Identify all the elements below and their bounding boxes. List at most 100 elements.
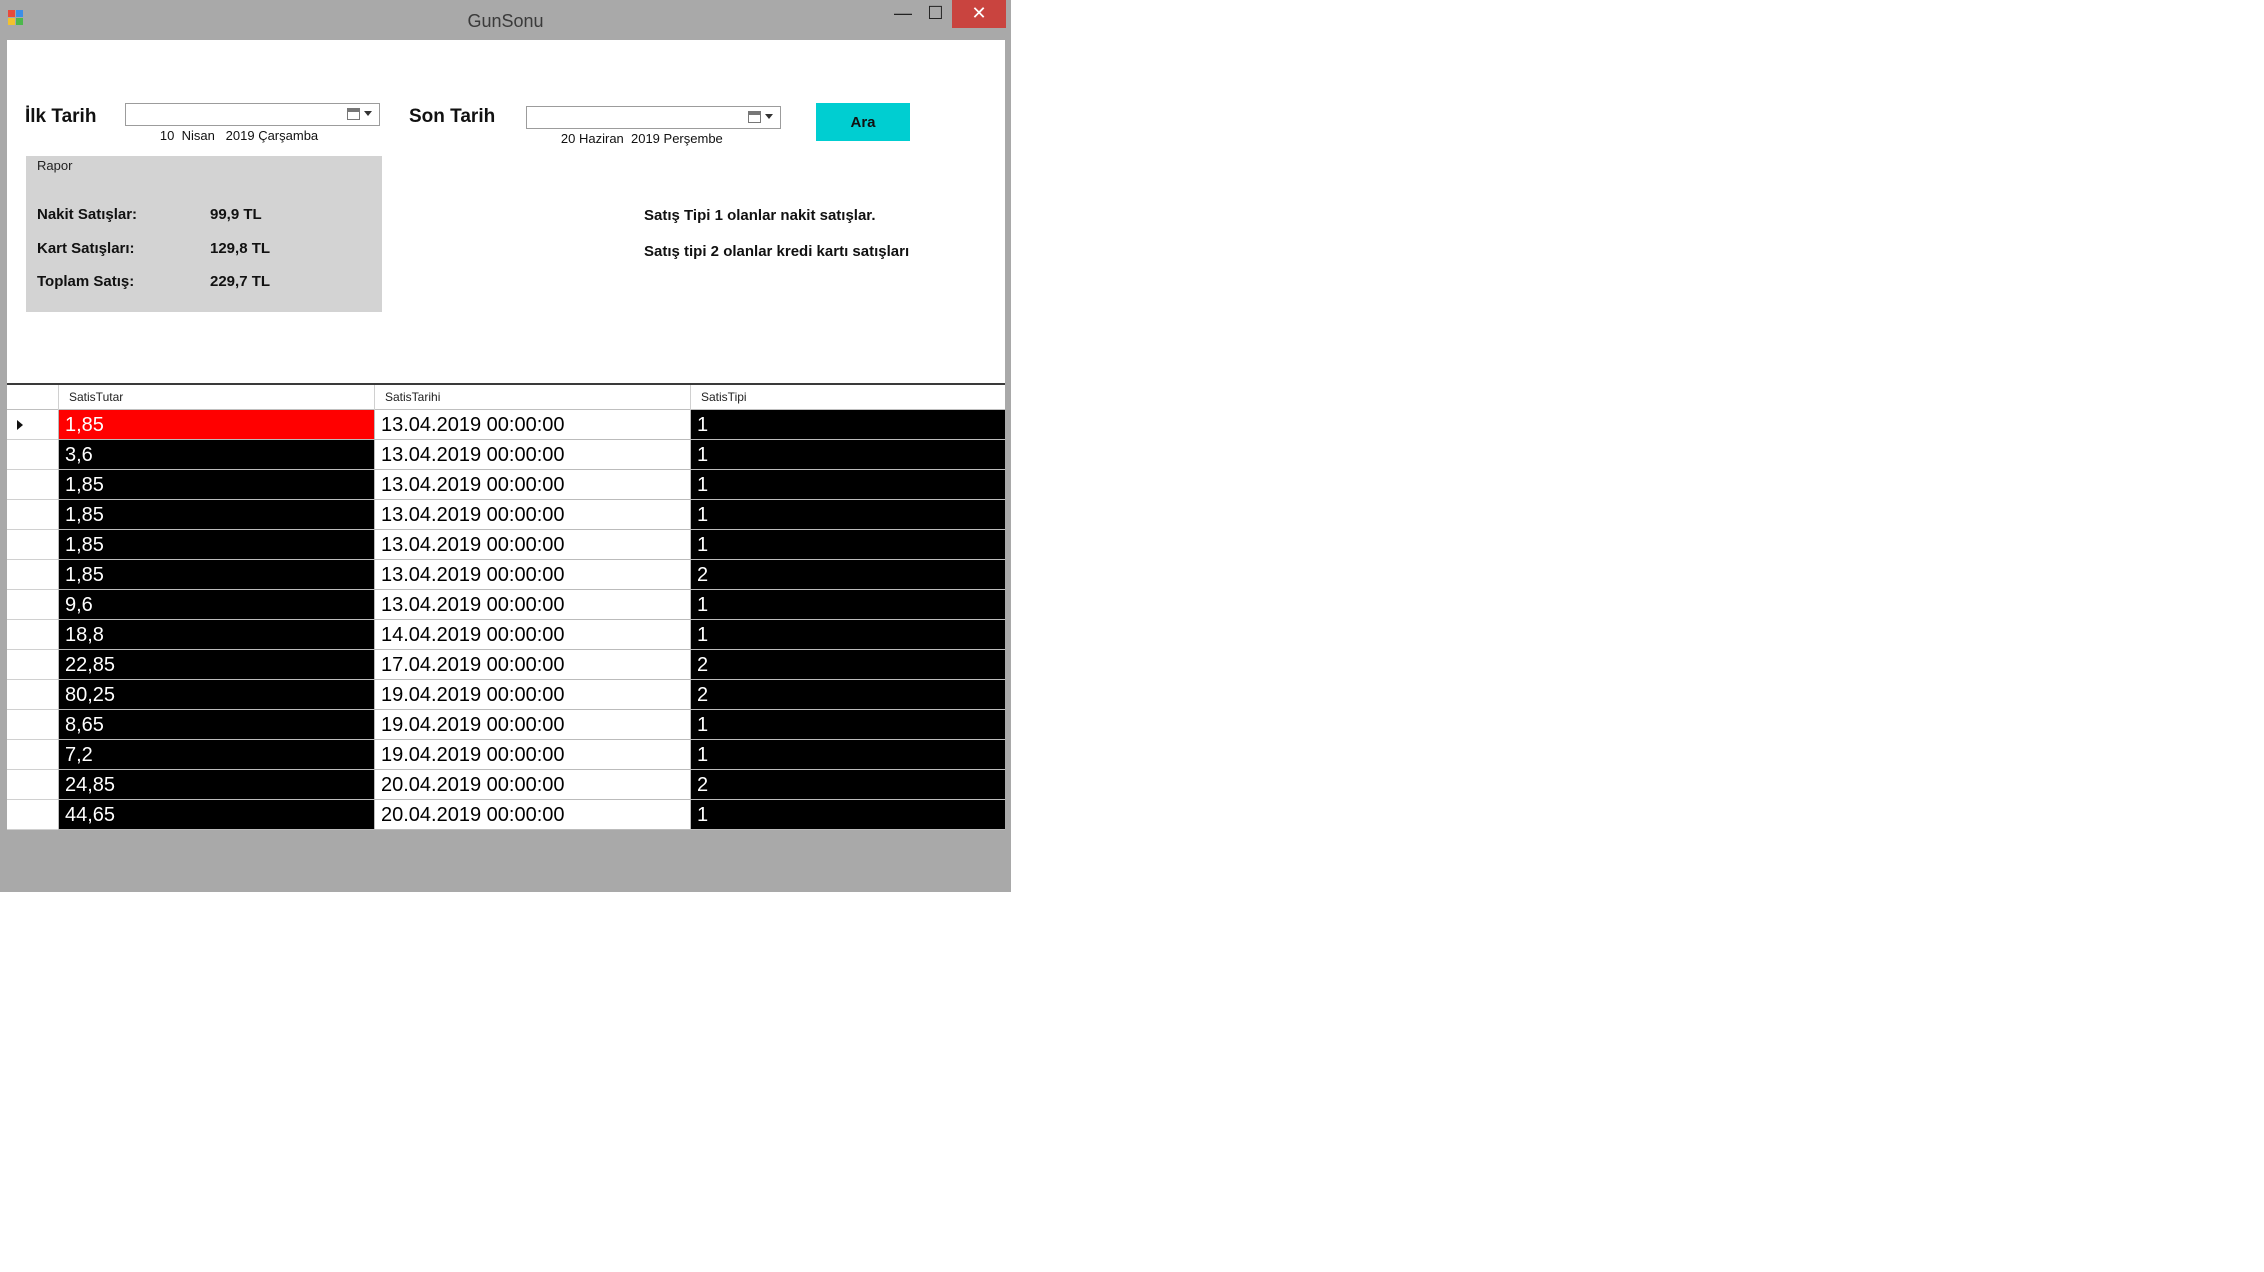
cash-sales-value: 99,9 TL: [210, 206, 262, 223]
cell-date[interactable]: 19.04.2019 00:00:00: [374, 710, 690, 740]
table-row[interactable]: 24,85 20.04.2019 00:00:00 2: [7, 770, 1005, 800]
cell-amount[interactable]: 8,65: [58, 710, 374, 740]
row-header[interactable]: [7, 620, 58, 650]
table-row[interactable]: 1,85 13.04.2019 00:00:00 1: [7, 530, 1005, 560]
table-row[interactable]: 1,85 13.04.2019 00:00:00 1: [7, 410, 1005, 440]
table-row[interactable]: 18,8 14.04.2019 00:00:00 1: [7, 620, 1005, 650]
cell-type[interactable]: 1: [690, 590, 1005, 620]
table-row[interactable]: 80,25 19.04.2019 00:00:00 2: [7, 680, 1005, 710]
row-header[interactable]: [7, 680, 58, 710]
card-sales-value: 129,8 TL: [210, 240, 271, 257]
total-sales-value: 229,7 TL: [210, 273, 271, 290]
minimize-icon[interactable]: —: [887, 0, 919, 28]
maximize-icon[interactable]: ☐: [919, 0, 952, 28]
row-header[interactable]: [7, 500, 58, 530]
cell-date[interactable]: 13.04.2019 00:00:00: [374, 410, 690, 440]
start-date-picker[interactable]: 10 Nisan 2019 Çarşamba: [125, 103, 380, 143]
main-window: GunSonu — ☐ ✕ İlk Tarih 10 Nisan 2019 Ça…: [0, 0, 1011, 892]
cell-amount[interactable]: 3,6: [58, 440, 374, 470]
column-header-date[interactable]: SatisTarihi: [374, 385, 690, 410]
table-row[interactable]: 7,2 19.04.2019 00:00:00 1: [7, 740, 1005, 770]
card-sales-label: Kart Satışları:: [37, 240, 135, 257]
cell-date[interactable]: 13.04.2019 00:00:00: [374, 470, 690, 500]
row-header[interactable]: [7, 590, 58, 620]
cell-amount[interactable]: 1,85: [58, 500, 374, 530]
cell-amount[interactable]: 7,2: [58, 740, 374, 770]
close-icon[interactable]: ✕: [952, 0, 1006, 28]
table-row[interactable]: 44,65 20.04.2019 00:00:00 1: [7, 800, 1005, 830]
cell-date[interactable]: 13.04.2019 00:00:00: [374, 530, 690, 560]
row-header[interactable]: [7, 530, 58, 560]
title-bar[interactable]: GunSonu — ☐ ✕: [0, 0, 1011, 40]
row-header[interactable]: [7, 440, 58, 470]
grid-header: SatisTutar SatisTarihi SatisTipi: [7, 385, 1005, 410]
note-card: Satış tipi 2 olanlar kredi kartı satışla…: [644, 243, 910, 260]
cell-date[interactable]: 13.04.2019 00:00:00: [374, 440, 690, 470]
cell-type[interactable]: 1: [690, 470, 1005, 500]
row-header[interactable]: [7, 800, 58, 830]
cell-type[interactable]: 2: [690, 560, 1005, 590]
cell-amount[interactable]: 80,25: [58, 680, 374, 710]
cell-type[interactable]: 1: [690, 530, 1005, 560]
calendar-dropdown-icon[interactable]: [748, 110, 774, 125]
cell-amount[interactable]: 1,85: [58, 560, 374, 590]
cell-amount[interactable]: 44,65: [58, 800, 374, 830]
row-header[interactable]: [7, 650, 58, 680]
table-row[interactable]: 8,65 19.04.2019 00:00:00 1: [7, 710, 1005, 740]
calendar-dropdown-icon[interactable]: [347, 107, 373, 122]
row-header[interactable]: [7, 470, 58, 500]
end-date-value: 20 Haziran 2019 Perşembe: [560, 131, 723, 146]
row-header-corner[interactable]: [7, 385, 58, 410]
cell-date[interactable]: 19.04.2019 00:00:00: [374, 680, 690, 710]
cell-date[interactable]: 14.04.2019 00:00:00: [374, 620, 690, 650]
cell-amount[interactable]: 1,85: [58, 410, 374, 440]
search-button[interactable]: Ara: [816, 103, 910, 141]
end-date-picker[interactable]: 20 Haziran 2019 Perşembe: [526, 106, 781, 146]
cell-date[interactable]: 13.04.2019 00:00:00: [374, 590, 690, 620]
cell-date[interactable]: 20.04.2019 00:00:00: [374, 800, 690, 830]
report-groupbox: Rapor Nakit Satışlar: 99,9 TL Kart Satış…: [26, 156, 382, 312]
cell-date[interactable]: 13.04.2019 00:00:00: [374, 500, 690, 530]
row-header[interactable]: [7, 770, 58, 800]
column-header-type[interactable]: SatisTipi: [690, 385, 1005, 410]
sales-grid[interactable]: SatisTutar SatisTarihi SatisTipi 1,85 13.…: [7, 383, 1005, 832]
table-row[interactable]: 1,85 13.04.2019 00:00:00 1: [7, 500, 1005, 530]
table-row[interactable]: 9,6 13.04.2019 00:00:00 1: [7, 590, 1005, 620]
total-sales-label: Toplam Satış:: [37, 273, 135, 290]
end-date-label: Son Tarih: [409, 106, 496, 127]
client-area: İlk Tarih 10 Nisan 2019 Çarşamba Son Tar…: [7, 40, 1005, 885]
report-legend: Rapor: [37, 158, 73, 173]
cell-date[interactable]: 20.04.2019 00:00:00: [374, 770, 690, 800]
table-row[interactable]: 22,85 17.04.2019 00:00:00 2: [7, 650, 1005, 680]
cell-type[interactable]: 1: [690, 800, 1005, 830]
row-header[interactable]: [7, 560, 58, 590]
row-header[interactable]: [7, 710, 58, 740]
cell-amount[interactable]: 24,85: [58, 770, 374, 800]
start-date-label: İlk Tarih: [25, 106, 97, 127]
cell-type[interactable]: 1: [690, 620, 1005, 650]
cell-amount[interactable]: 1,85: [58, 530, 374, 560]
cell-amount[interactable]: 18,8: [58, 620, 374, 650]
column-header-amount[interactable]: SatisTutar: [58, 385, 374, 410]
table-row[interactable]: 1,85 13.04.2019 00:00:00 2: [7, 560, 1005, 590]
cell-type[interactable]: 2: [690, 680, 1005, 710]
table-row[interactable]: 3,6 13.04.2019 00:00:00 1: [7, 440, 1005, 470]
cell-type[interactable]: 1: [690, 740, 1005, 770]
row-header[interactable]: [7, 410, 58, 440]
cell-type[interactable]: 1: [690, 440, 1005, 470]
cell-date[interactable]: 13.04.2019 00:00:00: [374, 560, 690, 590]
table-row[interactable]: 1,85 13.04.2019 00:00:00 1: [7, 470, 1005, 500]
current-row-arrow-icon: [17, 420, 23, 430]
cell-amount[interactable]: 1,85: [58, 470, 374, 500]
row-header[interactable]: [7, 740, 58, 770]
cell-type[interactable]: 2: [690, 650, 1005, 680]
cell-date[interactable]: 17.04.2019 00:00:00: [374, 650, 690, 680]
cell-type[interactable]: 1: [690, 710, 1005, 740]
cell-type[interactable]: 1: [690, 410, 1005, 440]
cell-type[interactable]: 2: [690, 770, 1005, 800]
window-title: GunSonu: [467, 11, 544, 31]
cell-amount[interactable]: 9,6: [58, 590, 374, 620]
cell-date[interactable]: 19.04.2019 00:00:00: [374, 740, 690, 770]
cell-type[interactable]: 1: [690, 500, 1005, 530]
cell-amount[interactable]: 22,85: [58, 650, 374, 680]
